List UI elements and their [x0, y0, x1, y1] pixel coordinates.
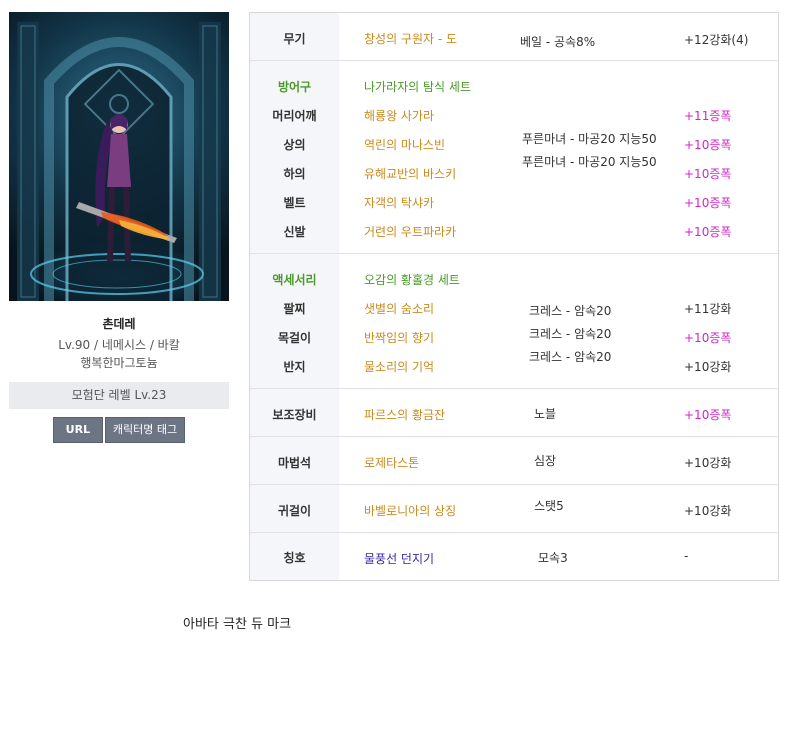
url-button[interactable]: URL	[52, 417, 103, 443]
character-tag-button[interactable]: 캐릭터명 태그	[104, 417, 186, 443]
item-option-magicstone: 심장	[534, 454, 557, 468]
slot-label-head: 머리어깨	[272, 109, 317, 123]
section-label-armor: 방어구	[277, 80, 312, 94]
item-name-title[interactable]: 물풍선 던지기	[364, 550, 434, 567]
item-enhance-ring: +10강화	[684, 360, 732, 374]
character-portrait	[9, 12, 229, 301]
character-name: 촌데레	[102, 317, 136, 331]
adventure-level-bar: 모험단 레벨 Lv.23	[9, 382, 229, 409]
item-enhance-title: -	[684, 549, 689, 563]
item-enhance-head: +11증폭	[684, 109, 732, 123]
equipment-table: 무기 창성의 구원자 - 도 베일 - 공속8% +12강화(4) 방어구 나가…	[249, 12, 779, 581]
item-option-title: 모속3	[538, 551, 568, 565]
equip-row-armor: 방어구 나가라자의 탐식 세트 머리어깨 해룡왕 사가라 +11증폭 상의 역린…	[250, 61, 778, 254]
equip-row-weapon: 무기 창성의 구원자 - 도 베일 - 공속8% +12강화(4)	[250, 13, 778, 61]
character-profile: 촌데레 Lv.90 / 네메시스 / 바칼 행복한마그토늄 모험단 레벨 Lv.…	[9, 12, 229, 443]
item-name-weapon[interactable]: 창성의 구원자 - 도	[364, 30, 457, 47]
profile-buttons: URL 캐릭터명 태그	[9, 417, 229, 443]
item-enhance-weapon: +12강화(4)	[684, 33, 749, 47]
item-option-necklace: 크레스 - 암속20	[529, 327, 612, 341]
item-option-sub: 노블	[534, 407, 557, 421]
item-enhance-sub: +10증폭	[684, 408, 732, 422]
item-enhance-bracelet: +11강화	[684, 302, 732, 316]
item-name-ring[interactable]: 물소리의 기억	[364, 358, 434, 375]
avatar-description: 아바타 극찬 듀 마크	[183, 617, 292, 632]
equip-row-earring: 귀걸이 바벨로니아의 상징 스탯5 +10강화	[250, 485, 778, 533]
set-name-armor[interactable]: 나가라자의 탐식 세트	[364, 78, 471, 95]
slot-label-shoes: 신발	[283, 225, 306, 239]
item-enhance-belt: +10증폭	[684, 196, 732, 210]
slot-label-title: 칭호	[283, 551, 306, 565]
section-label-accessory: 액세서리	[272, 273, 317, 287]
item-name-top[interactable]: 역린의 마나스빈	[364, 136, 445, 153]
guild-name: 행복한마그토늄	[80, 356, 158, 370]
item-option-earring: 스탯5	[534, 499, 564, 513]
item-name-shoes[interactable]: 거련의 우트파라카	[364, 223, 456, 240]
set-name-accessory[interactable]: 오감의 황홀경 세트	[364, 271, 460, 288]
slot-label-top: 상의	[283, 138, 306, 152]
item-option-weapon: 베일 - 공속8%	[520, 35, 596, 49]
item-name-bottom[interactable]: 유해교반의 바스키	[364, 165, 456, 182]
equip-row-accessory: 액세서리 오감의 황홀경 세트 팔찌 샛별의 숨소리 크레스 - 암속20 +1…	[250, 254, 778, 389]
item-name-earring[interactable]: 바벨로니아의 상징	[364, 502, 456, 519]
equip-row-title: 칭호 물풍선 던지기 모속3 -	[250, 533, 778, 580]
item-option-ring: 크레스 - 암속20	[529, 350, 612, 364]
slot-label-bottom: 하의	[283, 167, 306, 181]
item-enhance-magicstone: +10강화	[684, 456, 732, 470]
item-name-bracelet[interactable]: 샛별의 숨소리	[364, 300, 434, 317]
item-option-bracelet: 크레스 - 암속20	[529, 304, 612, 318]
item-enhance-necklace: +10증폭	[684, 331, 732, 345]
slot-label-earring: 귀걸이	[277, 504, 312, 518]
item-enhance-top: +10증폭	[684, 138, 732, 152]
slot-label-magicstone: 마법석	[277, 456, 312, 470]
equip-row-sub: 보조장비 파르스의 황금잔 노블 +10증폭	[250, 389, 778, 437]
character-illustration	[17, 22, 221, 301]
slot-label-sub: 보조장비	[272, 408, 317, 422]
item-name-necklace[interactable]: 반짝임의 향기	[364, 329, 434, 346]
item-enhance-shoes: +10증폭	[684, 225, 732, 239]
slot-label-ring: 반지	[283, 360, 306, 374]
item-name-magicstone[interactable]: 로제타스톤	[364, 454, 419, 471]
equip-row-magicstone: 마법석 로제타스톤 심장 +10강화	[250, 437, 778, 485]
armor-option-2: 푸른마녀 - 마공20 지능50	[522, 155, 657, 169]
slot-label-weapon: 무기	[283, 32, 306, 46]
item-enhance-bottom: +10증폭	[684, 167, 732, 181]
character-level-job-server: Lv.90 / 네메시스 / 바칼	[58, 338, 180, 352]
item-name-head[interactable]: 해룡왕 사가라	[364, 107, 434, 124]
item-name-belt[interactable]: 자객의 탁샤카	[364, 194, 434, 211]
slot-label-necklace: 목걸이	[277, 331, 312, 345]
slot-label-bracelet: 팔찌	[283, 302, 306, 316]
item-name-sub[interactable]: 파르스의 황금잔	[364, 406, 445, 423]
armor-option-1: 푸른마녀 - 마공20 지능50	[522, 132, 657, 146]
slot-label-belt: 벨트	[283, 196, 306, 210]
item-enhance-earring: +10강화	[684, 504, 732, 518]
